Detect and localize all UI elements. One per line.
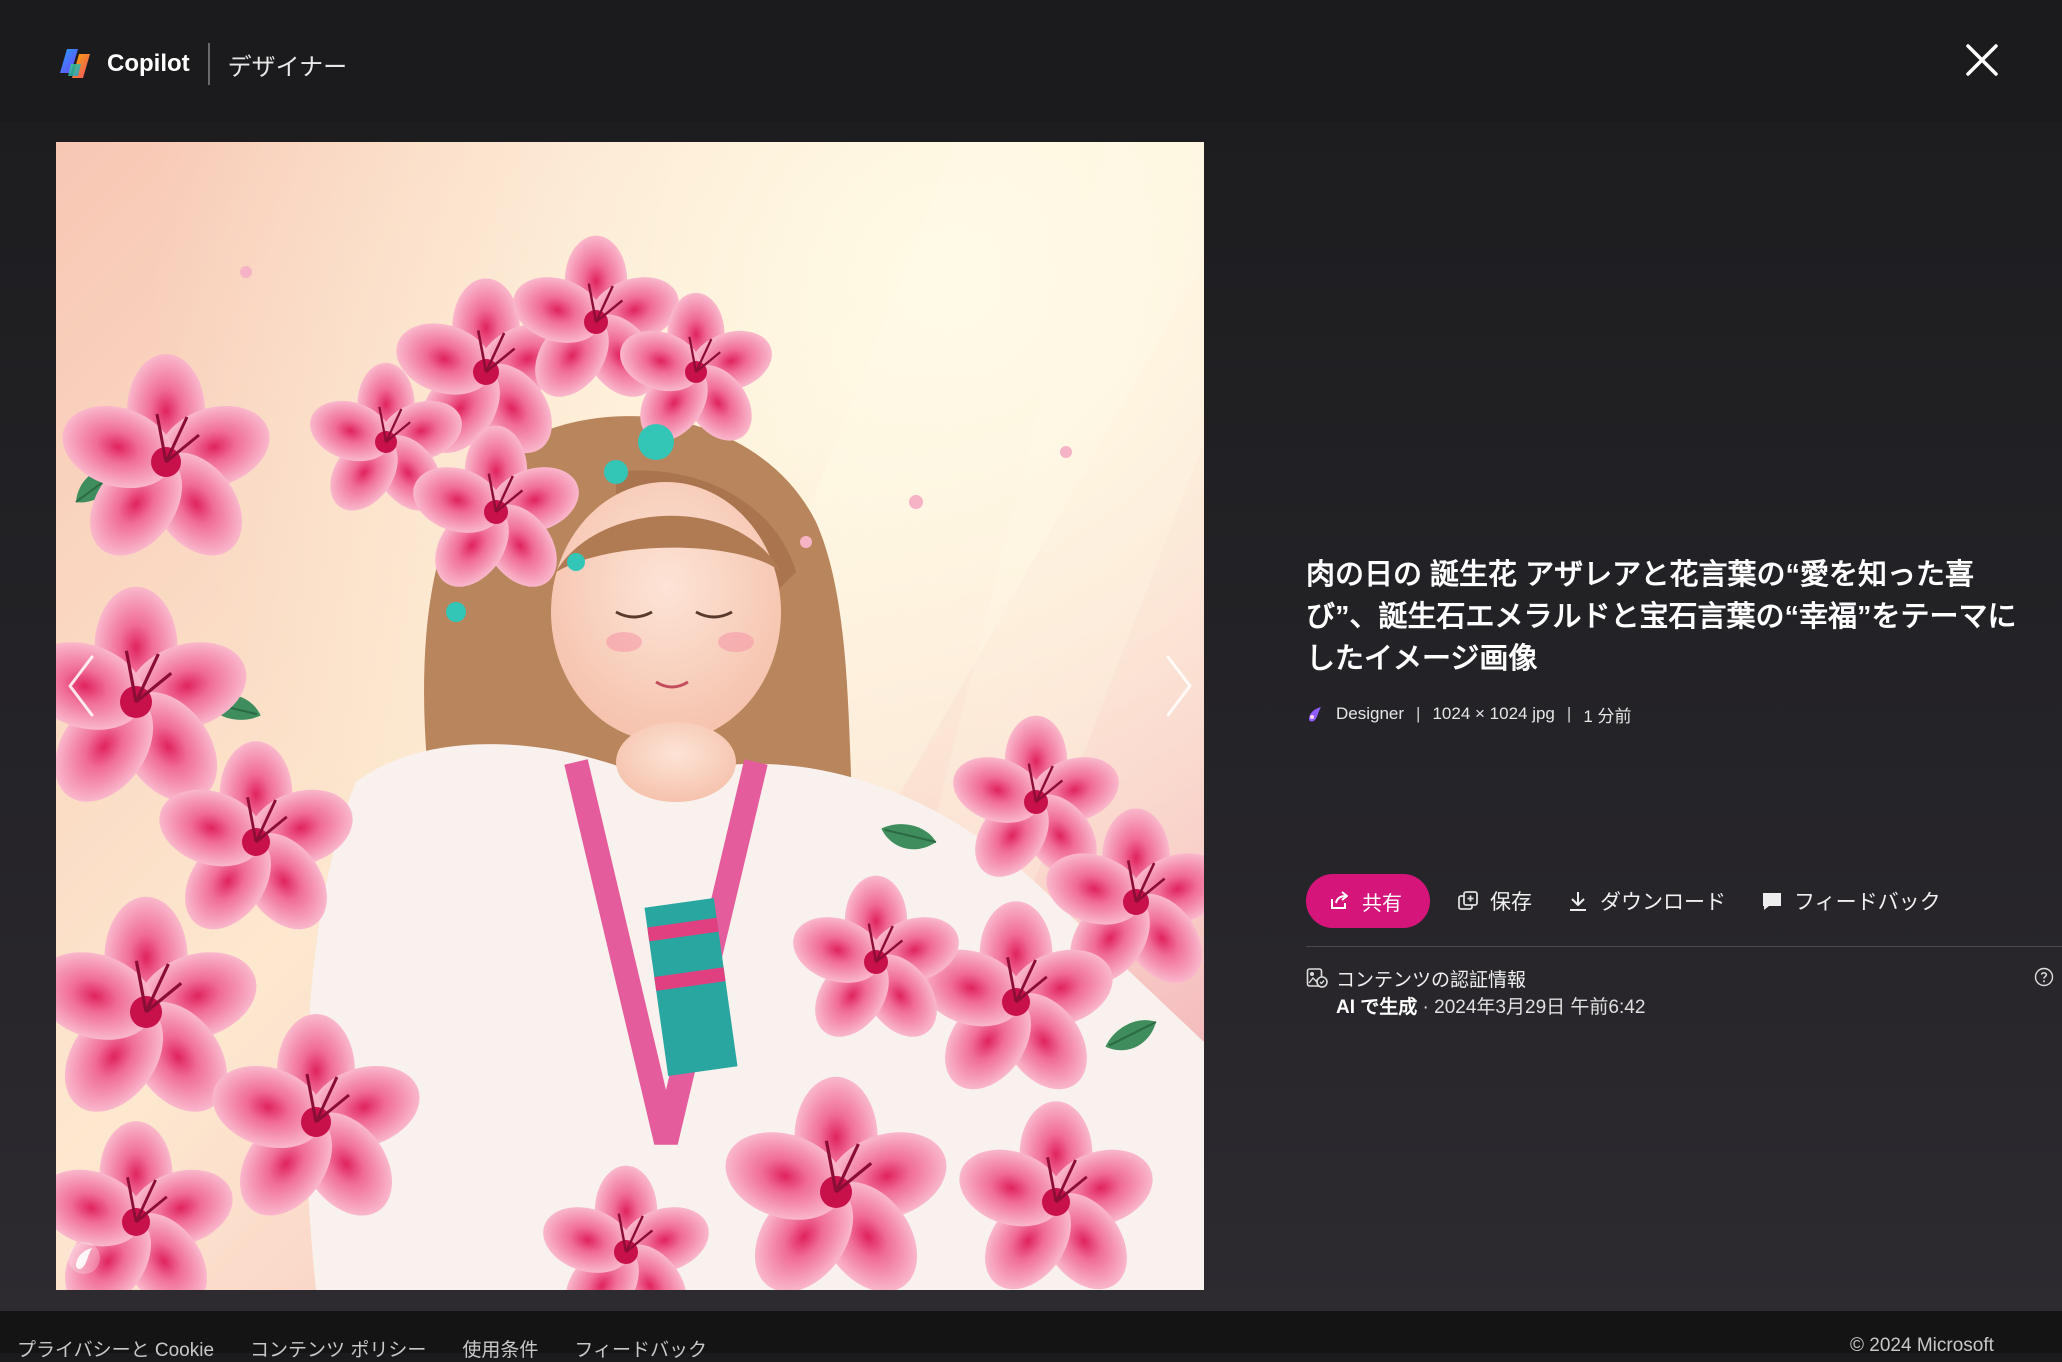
credentials-date: · 2024年3月29日 午前6:42 [1417, 997, 1646, 1018]
copilot-logo-icon [60, 49, 90, 78]
image-viewer: 肉の日の 誕生花 アザレアと花言葉の“愛を知った喜び”、誕生石エメラルドと宝石言… [0, 122, 2062, 1311]
credentials-heading: コンテンツの認証情報 [1336, 970, 1527, 991]
meta-dimensions: 1024 × 1024 jpg [1432, 704, 1555, 723]
footer-link-privacy[interactable]: プライバシーと Cookie [17, 1335, 214, 1362]
meta-separator: | [1566, 704, 1572, 723]
top-bar: Copilot デザイナー [0, 0, 2062, 122]
designer-watermark-icon [68, 1242, 100, 1274]
designer-icon [1309, 707, 1321, 722]
close-icon[interactable] [1960, 38, 2004, 82]
action-bar: 共有 保存 ダウンロード フィードバック [1306, 874, 1975, 928]
save-button[interactable]: 保存 [1456, 886, 1532, 916]
brand[interactable]: Copilot デザイナー [57, 43, 347, 85]
download-icon [1570, 892, 1586, 911]
download-button[interactable]: ダウンロード [1566, 886, 1726, 916]
save-collection-icon [1458, 891, 1478, 910]
ai-generated-label: AI で生成 [1336, 997, 1418, 1018]
image-title: 肉の日の 誕生花 アザレアと花言葉の“愛を知った喜び”、誕生石エメラルドと宝石言… [1306, 559, 2017, 675]
meta-time: 1 分前 [1583, 706, 1632, 726]
share-icon [1331, 891, 1348, 909]
footer-links: プライバシーと Cookie コンテンツ ポリシー 使用条件 フィードバック [17, 1335, 743, 1362]
credentials-detail: AI で生成 · 2024年3月29日 午前6:42 [1336, 992, 1645, 1019]
meta-source: Designer [1336, 704, 1405, 723]
footer: プライバシーと Cookie コンテンツ ポリシー 使用条件 フィードバック ©… [0, 1311, 2062, 1361]
save-label: 保存 [1490, 891, 1532, 914]
brand-name: Copilot [107, 50, 190, 77]
feedback-icon [1763, 893, 1781, 910]
footer-link-content-policy[interactable]: コンテンツ ポリシー [250, 1335, 426, 1362]
chevron-right-icon[interactable] [1156, 651, 1200, 721]
copyright: © 2024 Microsoft [1850, 1335, 1994, 1356]
footer-link-terms[interactable]: 使用条件 [462, 1335, 538, 1362]
content-credentials-icon [1306, 968, 1328, 988]
meta-separator: | [1416, 704, 1421, 723]
share-label: 共有 [1362, 892, 1402, 915]
share-button[interactable]: 共有 [1306, 874, 1430, 928]
chevron-left-icon[interactable] [60, 651, 104, 721]
image-meta: Designer | 1024 × 1024 jpg | 1 分前 [1306, 702, 1632, 726]
section-divider [1306, 946, 2062, 947]
feedback-label: フィードバック [1794, 891, 1941, 914]
help-icon[interactable] [2034, 967, 2054, 987]
generated-image[interactable] [56, 142, 1204, 1290]
section-title: デザイナー [227, 53, 348, 81]
footer-link-feedback[interactable]: フィードバック [574, 1335, 707, 1362]
download-label: ダウンロード [1600, 891, 1726, 914]
feedback-button[interactable]: フィードバック [1760, 886, 1941, 916]
brand-divider [207, 43, 210, 85]
